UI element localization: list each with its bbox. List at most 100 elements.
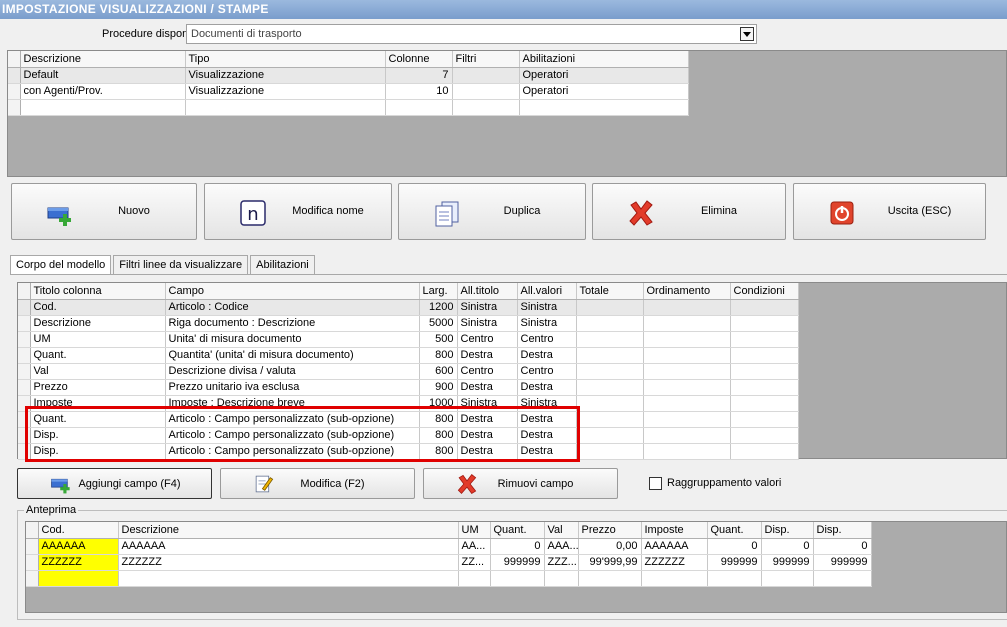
table-cell[interactable]: Riga documento : Descrizione	[165, 315, 420, 332]
table-cell[interactable]: Visualizzazione	[185, 67, 386, 84]
delete-button[interactable]: Elimina	[592, 183, 786, 240]
table-cell[interactable]	[643, 331, 731, 348]
table-cell[interactable]: Prezzo	[30, 379, 166, 396]
table-cell[interactable]	[643, 379, 731, 396]
table-cell[interactable]: Sinistra	[457, 299, 518, 316]
table-cell[interactable]: 999999	[813, 554, 872, 571]
table-cell[interactable]: Centro	[517, 331, 577, 348]
columns-header-1[interactable]: Campo	[165, 283, 420, 300]
table-cell[interactable]	[643, 411, 731, 428]
table-cell[interactable]: Destra	[517, 347, 577, 364]
table-cell[interactable]	[730, 315, 799, 332]
table-cell[interactable]	[452, 83, 520, 100]
table-row[interactable]: Quant. Quantita' (unita' di misura docume…	[18, 347, 799, 364]
models-grid[interactable]: Descrizione Tipo Colonne Filtri Abilitazioni…	[7, 50, 1007, 177]
preview-header-5[interactable]: Prezzo	[578, 522, 642, 539]
columns-header-5[interactable]: Totale	[576, 283, 644, 300]
table-cell[interactable]	[730, 299, 799, 316]
table-cell[interactable]: 10	[385, 83, 453, 100]
table-cell[interactable]	[643, 443, 731, 460]
table-cell[interactable]	[20, 99, 186, 116]
row-indicator[interactable]	[18, 331, 31, 348]
table-cell[interactable]: 999999	[761, 554, 814, 571]
table-cell[interactable]: Destra	[457, 379, 518, 396]
table-cell[interactable]	[576, 347, 644, 364]
row-indicator[interactable]	[8, 83, 21, 100]
table-cell[interactable]: Centro	[457, 331, 518, 348]
table-cell[interactable]	[643, 299, 731, 316]
table-cell[interactable]	[730, 379, 799, 396]
table-cell[interactable]	[544, 570, 579, 587]
new-button[interactable]: Nuovo	[11, 183, 197, 240]
table-cell[interactable]: 0,00	[578, 538, 642, 555]
table-cell[interactable]: Centro	[457, 363, 518, 380]
row-indicator[interactable]	[18, 299, 31, 316]
table-cell[interactable]	[385, 99, 453, 116]
table-cell[interactable]	[730, 427, 799, 444]
table-cell[interactable]	[185, 99, 386, 116]
table-cell[interactable]: AA...	[458, 538, 491, 555]
row-indicator[interactable]	[26, 538, 39, 555]
table-cell[interactable]	[761, 570, 814, 587]
table-cell[interactable]: Val	[30, 363, 166, 380]
table-row[interactable]: UM Unita' di misura documento 500 Centro Cen…	[18, 331, 799, 348]
table-cell[interactable]	[576, 299, 644, 316]
table-cell[interactable]: 0	[813, 538, 872, 555]
duplicate-button[interactable]: Duplica	[398, 183, 586, 240]
table-cell[interactable]: ZZ...	[458, 554, 491, 571]
columns-header-3[interactable]: All.titolo	[457, 283, 518, 300]
table-cell[interactable]: ZZZZZZ	[641, 554, 708, 571]
models-header-0[interactable]: Descrizione	[20, 51, 186, 68]
models-header-4[interactable]: Abilitazioni	[519, 51, 689, 68]
table-cell[interactable]: 0	[490, 538, 545, 555]
table-cell[interactable]: 99'999,99	[578, 554, 642, 571]
columns-header-0[interactable]: Titolo colonna	[30, 283, 166, 300]
table-cell[interactable]: 5000	[419, 315, 458, 332]
rename-button[interactable]: n Modifica nome	[204, 183, 392, 240]
table-cell[interactable]	[643, 363, 731, 380]
table-cell[interactable]: 0	[707, 538, 762, 555]
table-cell[interactable]: 600	[419, 363, 458, 380]
row-indicator[interactable]	[18, 379, 31, 396]
models-header-2[interactable]: Colonne	[385, 51, 453, 68]
row-indicator[interactable]	[26, 570, 39, 587]
preview-header-6[interactable]: Imposte	[641, 522, 708, 539]
columns-header-7[interactable]: Condizioni	[730, 283, 799, 300]
table-cell[interactable]	[576, 395, 644, 412]
table-cell[interactable]	[118, 570, 459, 587]
table-cell[interactable]: ZZZZZZ	[38, 554, 119, 571]
table-cell[interactable]: AAAAAA	[641, 538, 708, 555]
table-row[interactable]: ZZZZZZ ZZZZZZ ZZ... 999999 ZZZ... 99'999,99 ZZ…	[26, 554, 872, 571]
table-row[interactable]: Descrizione Riga documento : Descrizione 5…	[18, 315, 799, 332]
remove-field-button[interactable]: Rimuovi campo	[423, 468, 618, 499]
add-field-button[interactable]: Aggiungi campo (F4)	[17, 468, 212, 499]
preview-header-9[interactable]: Disp.	[813, 522, 872, 539]
table-cell[interactable]	[38, 570, 119, 587]
grouping-checkbox[interactable]	[649, 477, 662, 490]
table-cell[interactable]: Descrizione divisa / valuta	[165, 363, 420, 380]
procedures-select[interactable]: Documenti di trasporto	[186, 24, 757, 44]
row-indicator[interactable]	[8, 99, 21, 116]
table-row[interactable]: AAAAAA AAAAAA AA... 0 AAA... 0,00 AAAAAA 0 0 0	[26, 538, 872, 555]
table-cell[interactable]	[458, 570, 491, 587]
table-cell[interactable]	[576, 331, 644, 348]
edit-field-button[interactable]: Modifica (F2)	[220, 468, 415, 499]
preview-grid[interactable]: Cod. Descrizione UM Quant. Val Prezzo Imposte Q…	[25, 521, 1007, 613]
row-indicator[interactable]	[18, 347, 31, 364]
table-cell[interactable]: AAAAAA	[38, 538, 119, 555]
table-cell[interactable]: Cod.	[30, 299, 166, 316]
table-row[interactable]	[8, 99, 689, 116]
table-cell[interactable]	[707, 570, 762, 587]
table-cell[interactable]: 0	[761, 538, 814, 555]
columns-header-4[interactable]: All.valori	[517, 283, 577, 300]
table-cell[interactable]: AAA...	[544, 538, 579, 555]
table-cell[interactable]: Articolo : Codice	[165, 299, 420, 316]
table-cell[interactable]: 1200	[419, 299, 458, 316]
table-cell[interactable]	[452, 67, 520, 84]
columns-header-6[interactable]: Ordinamento	[643, 283, 731, 300]
table-cell[interactable]	[730, 411, 799, 428]
table-cell[interactable]: 999999	[707, 554, 762, 571]
columns-header-2[interactable]: Larg.	[419, 283, 458, 300]
table-cell[interactable]: 900	[419, 379, 458, 396]
tab-permissions[interactable]: Abilitazioni	[250, 255, 315, 274]
